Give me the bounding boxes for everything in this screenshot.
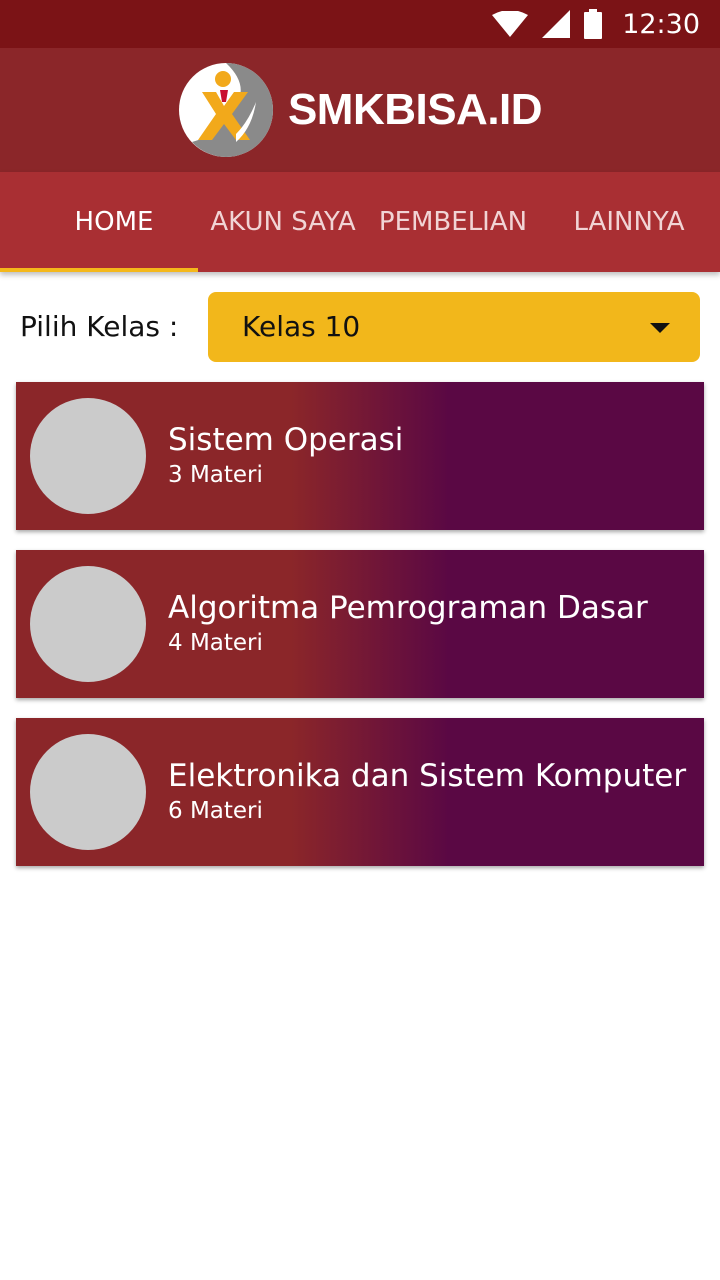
cellular-signal-icon — [542, 10, 571, 38]
course-title: Sistem Operasi — [168, 422, 404, 458]
tab-home[interactable]: HOME — [0, 172, 198, 272]
course-thumbnail — [30, 398, 146, 514]
course-material-count: 6 Materi — [168, 798, 263, 824]
tab-akun-saya-label: AKUN SAYA — [210, 207, 356, 237]
course-card-sistem-operasi[interactable]: Sistem Operasi 3 Materi — [16, 382, 704, 530]
tab-pembelian-label: PEMBELIAN — [378, 207, 528, 237]
course-title: Elektronika dan Sistem Komputer — [168, 758, 687, 794]
tab-akun-saya[interactable]: AKUN SAYA — [198, 172, 368, 272]
smkbisa-logo — [178, 63, 273, 157]
wifi-icon — [492, 11, 529, 37]
battery-icon — [584, 9, 603, 39]
class-picker-label: Pilih Kelas : — [20, 310, 179, 343]
dropdown-arrow-icon — [650, 323, 670, 333]
course-thumbnail — [30, 566, 146, 682]
class-dropdown-value: Kelas 10 — [242, 310, 361, 343]
tab-bar: HOME AKUN SAYA PEMBELIAN LAINNYA — [0, 172, 720, 272]
tab-lainnya[interactable]: LAINNYA — [538, 172, 720, 272]
brand-name: SMKBISA.ID — [287, 85, 543, 134]
app-bar: SMKBISA.ID — [0, 48, 720, 172]
tab-pembelian[interactable]: PEMBELIAN — [368, 172, 538, 272]
course-material-count: 4 Materi — [168, 630, 263, 656]
course-card-algoritma[interactable]: Algoritma Pemrograman Dasar 4 Materi — [16, 550, 704, 698]
class-picker-row: Pilih Kelas : Kelas 10 — [0, 292, 720, 362]
class-dropdown[interactable]: Kelas 10 — [208, 292, 700, 362]
status-time: 12:30 — [622, 8, 700, 40]
tab-lainnya-label: LAINNYA — [573, 207, 685, 237]
course-title: Algoritma Pemrograman Dasar — [168, 590, 648, 626]
tab-home-label: HOME — [74, 207, 154, 237]
course-card-elektronika[interactable]: Elektronika dan Sistem Komputer 6 Materi — [16, 718, 704, 866]
status-bar: 12:30 — [0, 0, 720, 48]
course-thumbnail — [30, 734, 146, 850]
course-material-count: 3 Materi — [168, 462, 263, 488]
